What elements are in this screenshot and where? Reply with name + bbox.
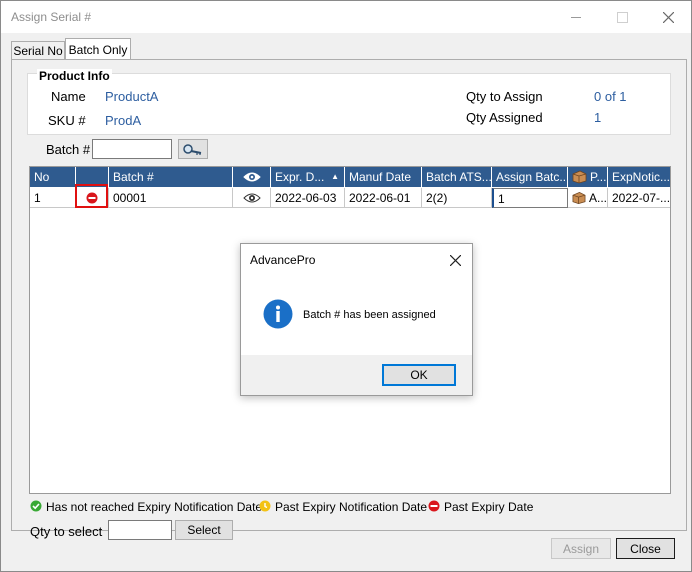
column-header-batch-ats[interactable]: Batch ATS... [422,167,492,187]
batch-search-label: Batch # [46,142,91,157]
box-icon [572,191,586,204]
close-icon [449,254,461,266]
legend-past-notification: Past Expiry Notification Date [275,500,428,514]
cell-expr-date[interactable]: 2022-06-03 [271,188,345,208]
product-info-heading: Product Info [37,69,112,83]
column-header-batch[interactable]: Batch # [109,167,233,187]
search-icon [183,144,202,155]
dialog-footer: OK [241,355,472,395]
qty-assigned-value: 1 [594,110,602,125]
maximize-button[interactable] [599,1,645,33]
dialog-title: AdvancePro [250,253,316,267]
window-title: Assign Serial # [11,10,92,24]
eye-icon [242,172,261,182]
info-icon [263,299,293,329]
cell-batch-ats[interactable]: 2(2) [422,188,492,208]
advancepro-dialog: AdvancePro Batch # has been assigned OK [240,243,473,396]
dialog-close-button[interactable] [444,249,466,271]
cell-no[interactable]: 1 [30,188,76,208]
name-label: Name [51,89,86,104]
select-button[interactable]: Select [175,520,233,540]
batch-search-input[interactable] [92,139,172,159]
column-header-p[interactable]: P... [568,167,608,187]
dialog-message: Batch # has been assigned [303,309,436,321]
minimize-button[interactable] [553,1,599,33]
qty-to-assign-label: Qty to Assign [466,89,543,104]
minimize-icon [571,16,581,18]
past-expiry-status-icon [428,500,440,512]
assign-serial-window: Assign Serial # Serial No Batch Only Pro… [0,0,692,572]
cell-manuf-date[interactable]: 2022-06-01 [345,188,422,208]
column-header-expr-date[interactable]: Expr. D... ▲ [271,167,345,187]
qty-to-select-input[interactable] [108,520,172,540]
not-reached-status-icon [30,500,42,512]
cell-batch[interactable]: 00001 [109,188,233,208]
assign-button[interactable]: Assign [551,538,611,559]
column-header-exp-notice[interactable]: ExpNotic... [608,167,670,187]
title-bar: Assign Serial # [1,1,691,33]
qty-assigned-label: Qty Assigned [466,110,543,125]
highlight-box [75,184,108,208]
ok-button[interactable]: OK [382,364,456,386]
tab-serial-no[interactable]: Serial No [11,41,65,60]
sort-ascending-icon: ▲ [331,172,339,181]
cell-view[interactable] [233,188,271,208]
cell-assign-batch-input[interactable]: 1 [492,188,568,208]
qty-to-select-label: Qty to select [30,524,103,539]
cell-exp-notice[interactable]: 2022-07-... [608,188,670,208]
tab-batch-only[interactable]: Batch Only [65,38,131,61]
column-header-view[interactable] [233,167,271,187]
column-header-assign-batch[interactable]: Assign Batc... [492,167,568,187]
column-header-no[interactable]: No [30,167,76,187]
close-window-button[interactable] [645,1,691,33]
close-button[interactable]: Close [616,538,675,559]
box-icon [572,170,587,184]
name-value: ProductA [105,89,159,104]
qty-to-assign-value: 0 of 1 [594,89,627,104]
sku-value: ProdA [105,113,142,128]
maximize-icon [616,11,628,23]
close-icon [662,11,674,23]
past-notification-status-icon [259,500,271,512]
column-header-manuf-date[interactable]: Manuf Date [345,167,422,187]
sku-label: SKU # [48,113,86,128]
legend-not-reached: Has not reached Expiry Notification Date [46,500,263,514]
legend-past-expiry: Past Expiry Date [444,500,534,514]
eye-icon [242,193,261,202]
batch-search-button[interactable] [178,139,208,159]
cell-p[interactable]: A... [568,188,608,208]
